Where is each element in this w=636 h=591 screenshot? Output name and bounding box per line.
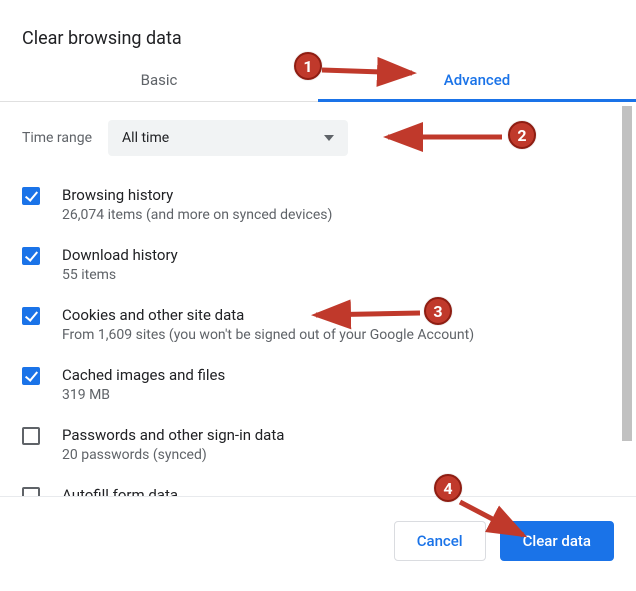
annotation-arrows [0, 0, 636, 591]
